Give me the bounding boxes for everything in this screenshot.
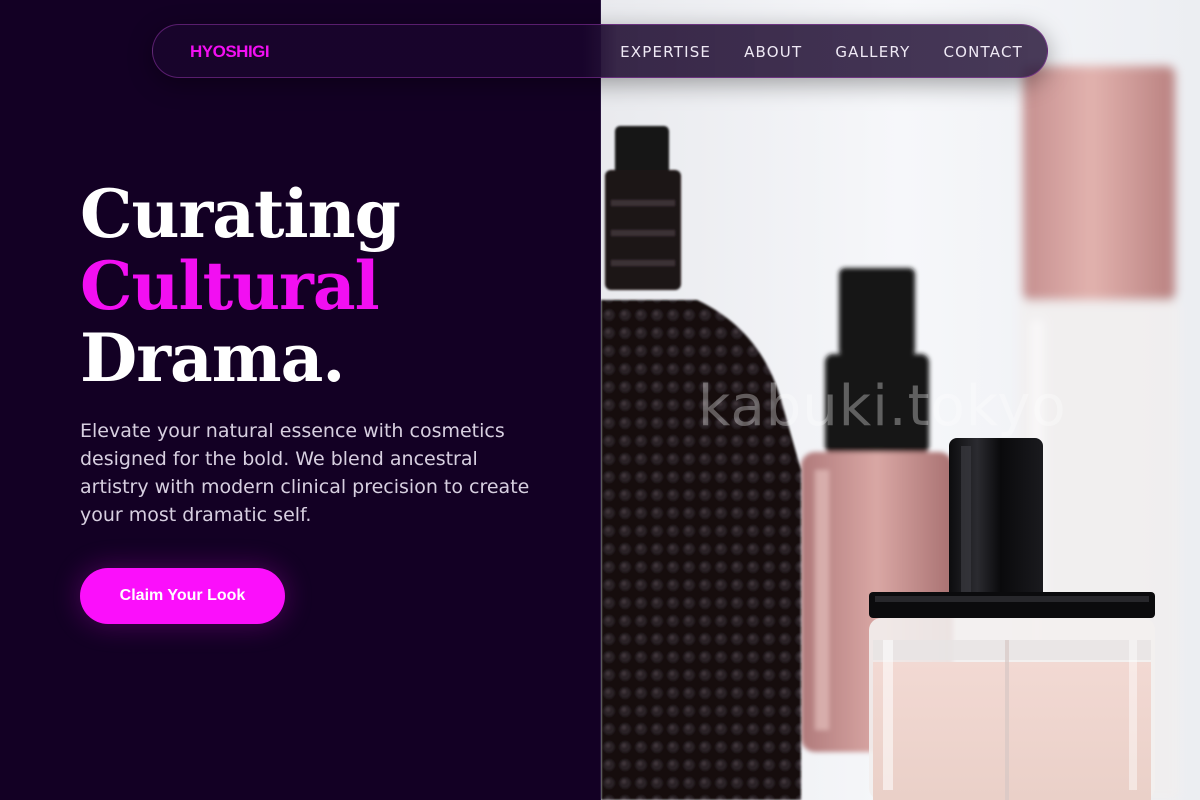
headline-line-2-accent: Cultural xyxy=(80,247,380,325)
headline-line-3: Drama. xyxy=(80,319,345,397)
headline-line-1: Curating xyxy=(80,175,401,253)
nav-link-expertise[interactable]: EXPERTISE xyxy=(620,43,711,61)
brand-logo[interactable]: HYOSHIGI xyxy=(190,42,270,62)
hero-headline: Curating Cultural Drama. xyxy=(80,175,401,397)
image-watermark: kabuki.tokyo xyxy=(698,374,1067,439)
nav-menu: EXPERTISE ABOUT GALLERY CONTACT xyxy=(587,25,1023,79)
top-nav: HYOSHIGI EXPERTISE ABOUT GALLERY CONTACT xyxy=(152,24,1048,78)
hero-description: Elevate your natural essence with cosmet… xyxy=(80,420,530,526)
nav-link-about[interactable]: ABOUT xyxy=(744,43,802,61)
nav-link-contact[interactable]: CONTACT xyxy=(943,43,1023,61)
nav-link-gallery[interactable]: GALLERY xyxy=(835,43,910,61)
claim-your-look-button[interactable]: Claim Your Look xyxy=(80,568,285,624)
hero-panel: Curating Cultural Drama. Elevate your na… xyxy=(0,0,600,800)
